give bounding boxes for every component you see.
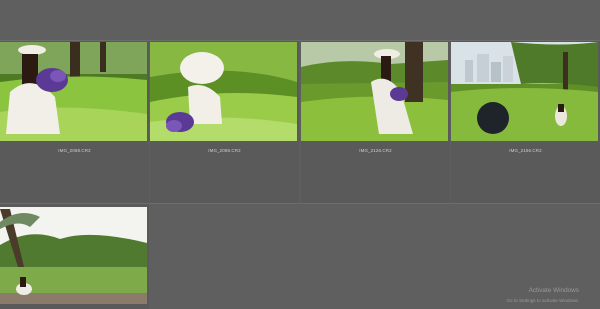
activate-windows-title: Activate Windows	[528, 287, 579, 294]
photo-thumbnail[interactable]	[150, 42, 297, 141]
photo-filename: IMG_2126.CR2	[359, 148, 392, 153]
photo-filename: IMG_2086.CR2	[208, 148, 241, 153]
photo-filename: IMG_2156.CR2	[509, 148, 542, 153]
photo-thumbnail[interactable]	[451, 42, 598, 141]
photo-cell[interactable]: IMG_2156.CR2	[451, 41, 600, 203]
photo-thumbnail[interactable]	[0, 207, 147, 304]
lightroom-grid-view: IMG_2068.CR2 IMG_2086.CR2 IMG_2126.CR2 I…	[0, 0, 600, 309]
photo-thumbnail[interactable]	[0, 42, 147, 141]
photo-thumbnail[interactable]	[301, 42, 448, 141]
photo-cell[interactable]	[0, 204, 149, 309]
photo-cell[interactable]: IMG_2126.CR2	[301, 41, 450, 203]
photo-filename: IMG_2068.CR2	[58, 148, 91, 153]
photo-cell[interactable]: IMG_2068.CR2	[0, 41, 149, 203]
activate-windows-subtitle: Go to Settings to activate Windows.	[506, 298, 579, 303]
photo-cell[interactable]: IMG_2086.CR2	[150, 41, 299, 203]
